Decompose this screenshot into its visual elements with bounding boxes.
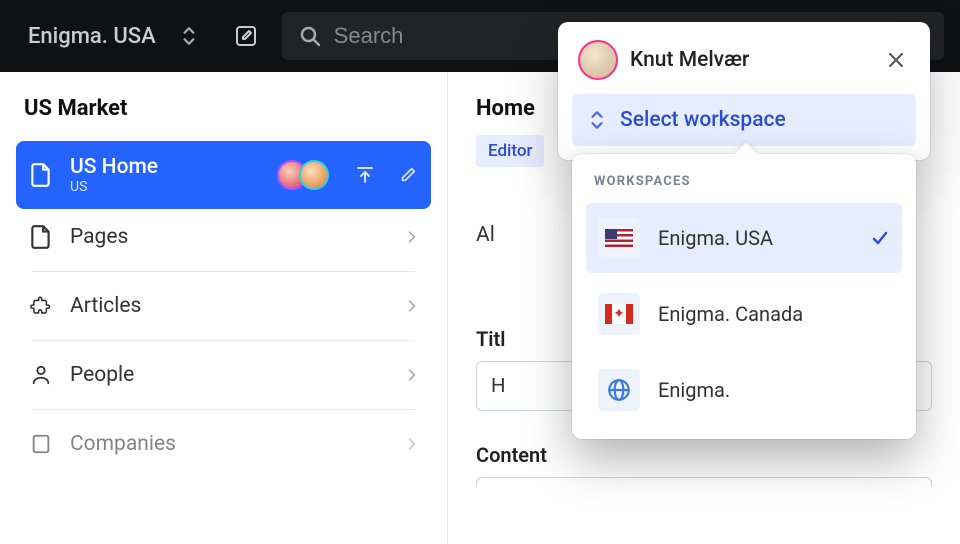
workspace-item-label: Enigma. USA xyxy=(658,226,773,250)
divider xyxy=(32,271,415,272)
sidebar-item-pages[interactable]: Pages xyxy=(16,209,431,265)
popover-header: Knut Melvær xyxy=(572,38,916,94)
flag-us-icon xyxy=(598,217,640,259)
divider xyxy=(32,340,415,341)
sidebar-title: US Market xyxy=(0,96,447,121)
sidebar-item-articles[interactable]: Articles xyxy=(16,278,431,334)
divider xyxy=(32,409,415,410)
file-icon xyxy=(30,162,52,188)
chevron-right-icon xyxy=(407,298,417,314)
workspace-item-global[interactable]: Enigma. xyxy=(586,355,902,425)
edit-icon xyxy=(234,24,258,48)
chevron-right-icon xyxy=(407,436,417,452)
chevron-right-icon xyxy=(407,229,417,245)
sidebar-item-home[interactable]: US Home US xyxy=(16,141,431,209)
globe-icon xyxy=(598,369,640,411)
file-icon xyxy=(30,224,52,250)
pencil-icon[interactable] xyxy=(399,166,417,184)
select-workspace-button[interactable]: Select workspace xyxy=(572,94,916,146)
sidebar-item-label: Pages xyxy=(70,225,389,249)
publish-icon[interactable] xyxy=(355,165,375,185)
dropdown-section-title: WORKSPACES xyxy=(586,170,902,197)
select-workspace-label: Select workspace xyxy=(620,108,786,132)
workspace-item-label: Enigma. Canada xyxy=(658,302,803,326)
check-icon xyxy=(870,228,890,248)
workspace-dropdown: WORKSPACES Enigma. USA ✦ Enigma. Canada … xyxy=(572,154,916,439)
sidebar-nav: US Home US Pages Articles xyxy=(0,141,447,472)
puzzle-icon xyxy=(30,293,52,319)
workspace-label: Enigma. USA xyxy=(28,24,156,49)
avatar xyxy=(299,160,329,190)
user-name: Knut Melvær xyxy=(630,48,870,72)
workspace-item-label: Enigma. xyxy=(658,378,730,402)
role-badge: Editor xyxy=(476,135,544,167)
person-icon xyxy=(30,362,52,388)
user-popover: Knut Melvær Select workspace xyxy=(558,22,930,160)
sidebar-item-label: US Home xyxy=(70,155,259,179)
sidebar-item-companies[interactable]: Companies xyxy=(16,416,431,472)
close-button[interactable] xyxy=(882,46,910,74)
sidebar-item-people[interactable]: People xyxy=(16,347,431,403)
chevron-right-icon xyxy=(407,367,417,383)
close-icon xyxy=(886,50,906,70)
edit-button[interactable] xyxy=(226,16,266,56)
sort-icon xyxy=(180,25,198,47)
workspace-selector[interactable]: Enigma. USA xyxy=(16,16,210,57)
workspace-item-usa[interactable]: Enigma. USA xyxy=(586,203,902,273)
workspace-item-canada[interactable]: ✦ Enigma. Canada xyxy=(586,279,902,349)
sort-icon xyxy=(588,109,606,131)
flag-ca-icon: ✦ xyxy=(598,293,640,335)
building-icon xyxy=(30,431,52,457)
field-label: Content xyxy=(476,443,932,467)
sidebar: US Market US Home US Pages xyxy=(0,72,448,544)
user-avatar xyxy=(578,40,618,80)
content-editor[interactable] xyxy=(476,477,932,487)
search-icon xyxy=(298,24,322,48)
sidebar-item-label: People xyxy=(70,363,389,387)
presence-avatars xyxy=(277,160,329,190)
sidebar-item-label: Articles xyxy=(70,294,389,318)
content-field-block: Content xyxy=(476,443,932,487)
sidebar-item-sub: US xyxy=(70,179,259,195)
sidebar-item-label: Companies xyxy=(70,432,389,456)
